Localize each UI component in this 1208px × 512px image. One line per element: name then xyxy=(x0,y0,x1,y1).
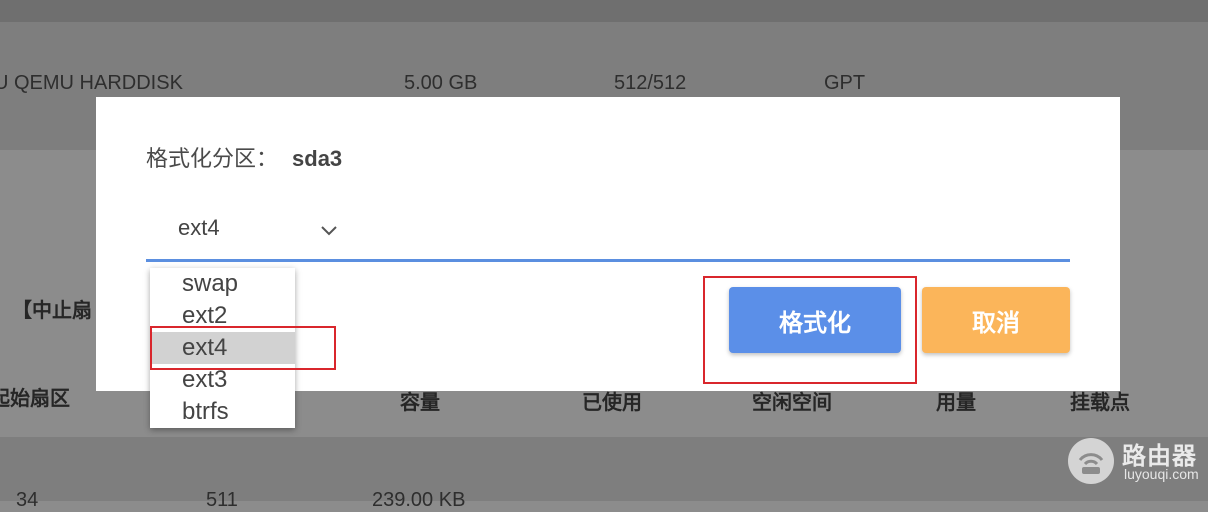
cancel-button[interactable]: 取消 xyxy=(922,287,1070,353)
background-top-bar xyxy=(0,0,1208,22)
disk-sector-size: 512/512 xyxy=(614,72,687,94)
annotation-highlight-format-button xyxy=(703,276,917,384)
annotation-highlight-option xyxy=(150,326,336,370)
dialog-title-label: 格式化分区： xyxy=(146,146,279,171)
disk-size: 5.00 GB xyxy=(404,72,478,94)
dialog-title: 格式化分区： sda3 xyxy=(146,141,342,173)
router-logo-icon xyxy=(1068,438,1114,484)
disk-partition-table: GPT xyxy=(824,72,866,94)
dropdown-option-btrfs[interactable]: btrfs xyxy=(150,396,295,428)
dropdown-option-swap[interactable]: swap xyxy=(150,268,295,300)
watermark-url: luyouqi.com xyxy=(1124,466,1199,482)
partition-row: 34 511 239.00 KB xyxy=(0,437,1208,511)
disk-model: U QEMU HARDDISK xyxy=(0,72,183,94)
wifi-icon xyxy=(1078,453,1104,474)
filesystem-select-value: ext4 xyxy=(178,215,220,240)
watermark: 路由器 luyouqi.com xyxy=(1068,434,1204,490)
partition-name: sda3 xyxy=(292,146,343,171)
column-header-start: 起始扇区 xyxy=(0,388,70,410)
filesystem-select[interactable]: ext4 xyxy=(146,207,1070,262)
chevron-down-icon xyxy=(321,226,337,236)
section-label: 【中止扇 xyxy=(12,300,92,322)
